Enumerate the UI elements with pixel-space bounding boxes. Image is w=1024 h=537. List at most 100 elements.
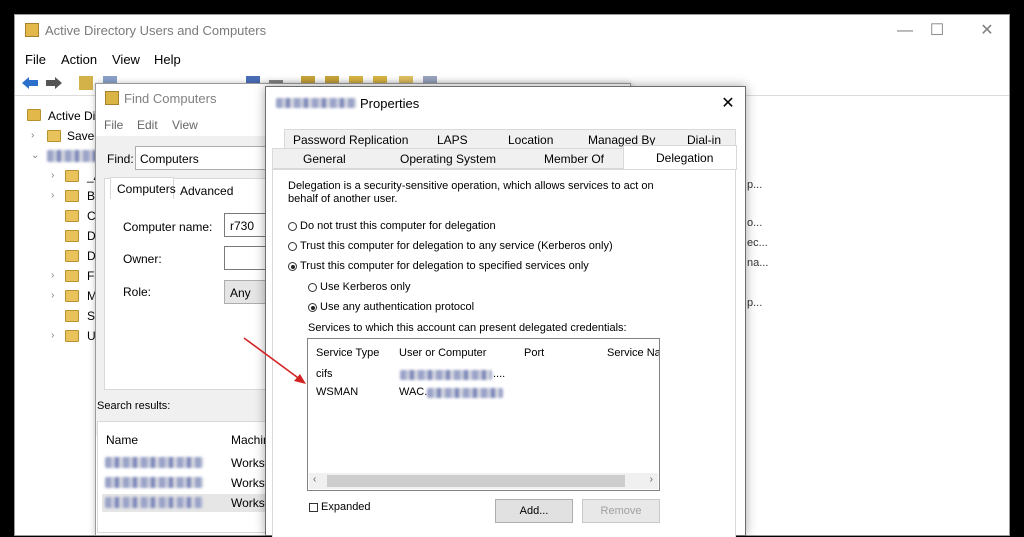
- radio-trust-any-service[interactable]: [288, 242, 297, 251]
- folder-icon: [47, 130, 61, 142]
- description-fragment: p...: [747, 179, 763, 191]
- redacted-domain-name: [47, 150, 97, 162]
- folder-icon: [65, 190, 79, 202]
- description-fragment: ec...: [747, 237, 768, 249]
- redacted-host: [400, 370, 492, 380]
- find-window-title: Find Computers: [124, 91, 217, 106]
- redacted-computer-name: [105, 457, 203, 468]
- chevron-right-icon[interactable]: ›: [51, 190, 54, 201]
- properties-dialog: Properties ✕ Password Replication LAPS L…: [265, 86, 746, 537]
- expanded-label: Expanded: [321, 501, 371, 513]
- chevron-right-icon[interactable]: ›: [51, 330, 54, 341]
- search-result-row[interactable]: Workst: [102, 474, 276, 492]
- chevron-right-icon[interactable]: ›: [51, 170, 54, 181]
- column-service-name[interactable]: Service Na: [607, 347, 659, 359]
- minimize-icon[interactable]: —: [895, 21, 915, 41]
- ou-folder-icon: [65, 250, 79, 262]
- radio-use-kerberos-only[interactable]: [308, 283, 317, 292]
- tab-computers[interactable]: Computers: [110, 177, 176, 199]
- delegation-description: Delegation is a security-sensitive opera…: [288, 180, 654, 205]
- find-type-select[interactable]: Computers: [135, 146, 275, 170]
- tab-laps[interactable]: LAPS: [437, 133, 468, 147]
- chevron-right-icon[interactable]: ›: [51, 270, 54, 281]
- radio-use-any-auth-protocol[interactable]: [308, 303, 317, 312]
- description-fragment: na...: [747, 257, 769, 269]
- folder-icon: [65, 330, 79, 342]
- redacted-computer-name: [105, 497, 203, 508]
- owner-label: Owner:: [123, 252, 162, 266]
- description-fragment: o...: [747, 217, 763, 229]
- column-service-type[interactable]: Service Type: [316, 347, 379, 359]
- radio-do-not-trust[interactable]: [288, 222, 297, 231]
- main-titlebar: Active Directory Users and Computers — ☐…: [15, 15, 1009, 47]
- main-menubar: File Action View Help: [15, 49, 1009, 69]
- menu-help[interactable]: Help: [154, 52, 181, 67]
- tab-password-replication[interactable]: Password Replication: [293, 133, 408, 147]
- folder-icon: [65, 170, 79, 182]
- redacted-computer-name: [276, 98, 356, 108]
- menu-action[interactable]: Action: [61, 52, 97, 67]
- scroll-right-icon[interactable]: ›: [650, 474, 653, 485]
- tab-member-of[interactable]: Member Of: [544, 152, 604, 166]
- services-label: Services to which this account can prese…: [308, 322, 627, 334]
- ou-folder-icon: [65, 310, 79, 322]
- chevron-down-icon[interactable]: ⌄: [31, 150, 39, 161]
- close-icon[interactable]: ✕: [716, 92, 740, 116]
- aduc-app-icon: [25, 23, 39, 37]
- radio-trust-specified-services[interactable]: [288, 262, 297, 271]
- forward-arrow-icon[interactable]: [45, 76, 63, 90]
- services-list[interactable]: Service Type User or Computer Port Servi…: [307, 338, 660, 491]
- horizontal-scrollbar[interactable]: ‹ ›: [309, 473, 658, 489]
- option-trust-specified-services-label: Trust this computer for delegation to sp…: [300, 260, 589, 272]
- menu-view[interactable]: View: [112, 52, 140, 67]
- find-icon: [105, 91, 119, 105]
- search-result-row[interactable]: Workst: [102, 454, 276, 472]
- search-result-row-selected[interactable]: Workst: [102, 494, 276, 512]
- tab-operating-system[interactable]: Operating System: [400, 152, 496, 166]
- folder-icon: [65, 270, 79, 282]
- menu-file[interactable]: File: [25, 52, 46, 67]
- option-do-not-trust-label: Do not trust this computer for delegatio…: [300, 220, 496, 232]
- redacted-host: [427, 388, 503, 398]
- properties-title: Properties: [360, 96, 420, 111]
- add-button[interactable]: Add...: [495, 499, 573, 523]
- scroll-left-icon[interactable]: ‹: [313, 474, 316, 485]
- expanded-checkbox[interactable]: [309, 503, 318, 512]
- folder-icon: [65, 210, 79, 222]
- redacted-computer-name: [105, 477, 203, 488]
- remove-button[interactable]: Remove: [582, 499, 660, 523]
- tab-location[interactable]: Location: [508, 133, 553, 147]
- find-label: Find:: [107, 152, 134, 166]
- column-name[interactable]: Name: [106, 433, 138, 447]
- service-row[interactable]: WSMAN WAC...: [309, 384, 658, 401]
- find-menu-view[interactable]: View: [172, 118, 198, 132]
- main-window-title: Active Directory Users and Computers: [45, 23, 267, 38]
- up-folder-icon[interactable]: [79, 76, 93, 90]
- scroll-thumb[interactable]: [327, 475, 625, 487]
- option-trust-any-service-label: Trust this computer for delegation to an…: [300, 240, 613, 252]
- tab-advanced[interactable]: Advanced: [180, 184, 233, 198]
- option-use-kerberos-only-label: Use Kerberos only: [320, 281, 411, 293]
- computer-name-label: Computer name:: [123, 220, 213, 234]
- maximize-icon[interactable]: ☐: [927, 21, 947, 41]
- option-use-any-auth-protocol-label: Use any authentication protocol: [320, 301, 475, 313]
- folder-icon: [65, 290, 79, 302]
- tab-delegation[interactable]: Delegation: [623, 145, 737, 170]
- column-machine[interactable]: Machin: [231, 433, 270, 447]
- role-label: Role:: [123, 285, 152, 299]
- chevron-right-icon[interactable]: ›: [51, 290, 54, 301]
- chevron-right-icon[interactable]: ›: [31, 130, 34, 141]
- column-user-or-computer[interactable]: User or Computer: [399, 347, 486, 359]
- search-results-list: Name Machin Workst Workst Workst: [97, 421, 276, 533]
- description-fragment: p...: [747, 297, 763, 309]
- tab-general[interactable]: General: [303, 152, 346, 166]
- search-results-label: Search results:: [97, 400, 171, 412]
- column-port[interactable]: Port: [524, 347, 544, 359]
- close-icon[interactable]: ✕: [977, 21, 997, 41]
- find-menu-edit[interactable]: Edit: [137, 118, 158, 132]
- console-tree: Active Direc › Saved ⌄ › _A › Bu Co D: [15, 97, 112, 535]
- service-row[interactable]: cifs ....: [309, 366, 658, 383]
- back-arrow-icon[interactable]: [21, 76, 39, 90]
- aduc-icon: [27, 109, 41, 121]
- find-menu-file[interactable]: File: [104, 118, 123, 132]
